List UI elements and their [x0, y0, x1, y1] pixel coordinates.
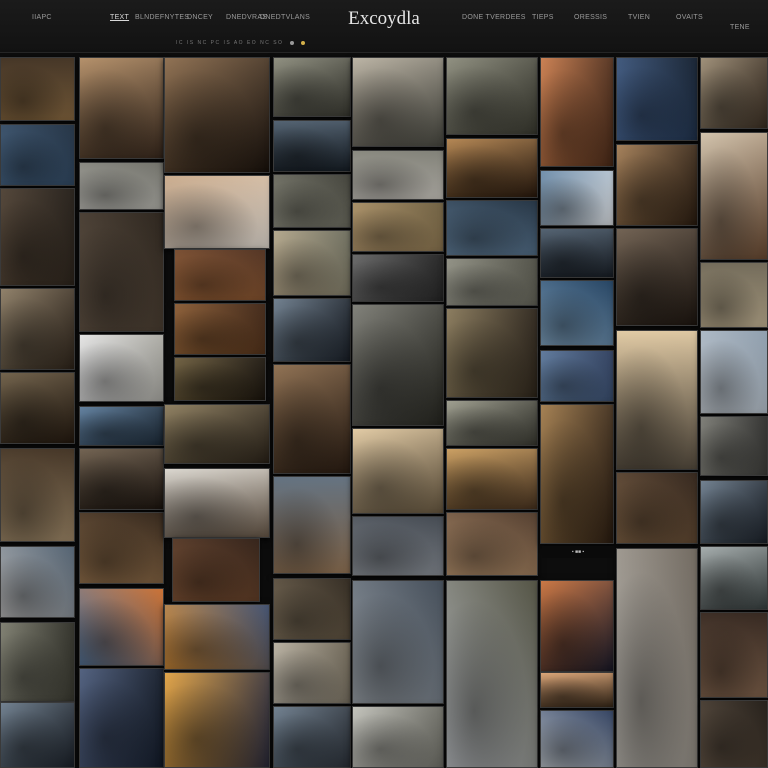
gallery-thumbnail[interactable]: [616, 548, 698, 768]
gallery-thumbnail[interactable]: [79, 448, 164, 510]
gallery-thumbnail[interactable]: [540, 228, 614, 278]
gallery-thumbnail[interactable]: [174, 303, 266, 355]
gallery-thumbnail[interactable]: [273, 578, 351, 640]
gallery-thumbnail[interactable]: [164, 175, 270, 249]
gallery-thumbnail[interactable]: [352, 57, 444, 147]
gallery-thumbnail[interactable]: [0, 372, 75, 444]
gallery-thumbnail[interactable]: [352, 580, 444, 704]
gallery-thumbnail[interactable]: [352, 202, 444, 252]
gallery-thumbnail[interactable]: [540, 170, 614, 226]
gallery-thumbnail[interactable]: [164, 604, 270, 670]
gallery-thumbnail[interactable]: [540, 350, 614, 402]
gallery-thumbnail[interactable]: [79, 512, 164, 584]
gallery-thumbnail[interactable]: [79, 162, 164, 210]
gallery-thumbnail[interactable]: [352, 304, 444, 426]
gallery-thumbnail[interactable]: [273, 120, 351, 172]
gallery-thumbnail[interactable]: [352, 428, 444, 514]
gallery-thumbnail[interactable]: [273, 476, 351, 574]
gallery-thumbnail[interactable]: [446, 258, 538, 306]
gallery-thumbnail[interactable]: [540, 580, 614, 672]
gallery-thumbnail[interactable]: [446, 308, 538, 398]
gallery-thumbnail[interactable]: [446, 200, 538, 256]
gallery-thumbnail[interactable]: [0, 188, 75, 286]
gallery-thumbnail[interactable]: [79, 406, 164, 446]
gallery-thumbnail[interactable]: [700, 416, 768, 476]
gallery-thumbnail[interactable]: [164, 468, 270, 538]
gallery-thumbnail[interactable]: [273, 706, 351, 768]
gallery-thumbnail[interactable]: [700, 612, 768, 698]
gallery-thumbnail[interactable]: [446, 138, 538, 198]
gallery-thumbnail[interactable]: [446, 57, 538, 135]
gallery-thumbnail[interactable]: [79, 212, 164, 332]
gallery-thumbnail[interactable]: [79, 57, 164, 159]
gallery-thumbnail[interactable]: [172, 538, 260, 602]
gallery-thumbnail[interactable]: [446, 512, 538, 576]
gallery-thumbnail[interactable]: [273, 642, 351, 704]
gallery-thumbnail[interactable]: [0, 57, 75, 121]
gallery-thumbnail[interactable]: [273, 57, 351, 117]
gallery-thumbnail[interactable]: [273, 230, 351, 296]
gallery-thumbnail[interactable]: [0, 546, 75, 618]
gallery-thumbnail[interactable]: [164, 57, 270, 173]
gallery-thumbnail[interactable]: [352, 706, 444, 768]
gallery-thumbnail[interactable]: [273, 298, 351, 362]
gallery-thumbnail[interactable]: [616, 57, 698, 141]
gallery-thumbnail[interactable]: [0, 622, 75, 702]
gallery-thumbnail[interactable]: [616, 144, 698, 226]
gallery-thumbnail[interactable]: [446, 580, 538, 768]
gallery-thumbnail[interactable]: [540, 280, 614, 346]
gallery-thumbnail[interactable]: [79, 588, 164, 666]
gallery-thumbnail[interactable]: [700, 262, 768, 328]
gallery-thumbnail[interactable]: [700, 546, 768, 610]
gallery-thumbnail[interactable]: [446, 400, 538, 446]
gallery-thumbnail[interactable]: [174, 357, 266, 401]
gallery-thumbnail[interactable]: [273, 364, 351, 474]
gallery-thumbnail[interactable]: [174, 249, 266, 301]
gallery-thumbnail[interactable]: [700, 480, 768, 544]
gallery-thumbnail[interactable]: [616, 472, 698, 544]
gallery-thumbnail[interactable]: [352, 254, 444, 302]
gallery-thumbnail[interactable]: [0, 288, 75, 370]
gallery-thumbnail[interactable]: [164, 404, 270, 464]
gallery-thumbnail[interactable]: [616, 228, 698, 326]
gallery-thumbnail[interactable]: [352, 516, 444, 576]
gallery-thumbnail[interactable]: [700, 57, 768, 129]
gallery-thumbnail[interactable]: [700, 700, 768, 768]
gallery-thumbnail[interactable]: [0, 702, 75, 768]
gallery-thumbnail[interactable]: [446, 448, 538, 510]
gallery-thumbnail[interactable]: [540, 57, 614, 167]
image-caption-label: ▪ ■■ ▪: [542, 546, 614, 558]
gallery-thumbnail[interactable]: [540, 710, 614, 768]
gallery-thumbnail[interactable]: [352, 150, 444, 200]
gallery-thumbnail[interactable]: [273, 174, 351, 228]
gallery-thumbnail[interactable]: [164, 672, 270, 768]
gallery-thumbnail[interactable]: [0, 448, 75, 542]
gallery-thumbnail[interactable]: [540, 404, 614, 544]
gallery-thumbnail[interactable]: [79, 668, 164, 768]
gallery-thumbnail[interactable]: [0, 124, 75, 186]
gallery-thumbnail[interactable]: [616, 330, 698, 470]
image-gallery-grid: [0, 0, 768, 768]
gallery-thumbnail[interactable]: [79, 334, 164, 402]
gallery-thumbnail[interactable]: [700, 330, 768, 414]
gallery-thumbnail[interactable]: [540, 672, 614, 708]
gallery-thumbnail[interactable]: [700, 132, 768, 260]
